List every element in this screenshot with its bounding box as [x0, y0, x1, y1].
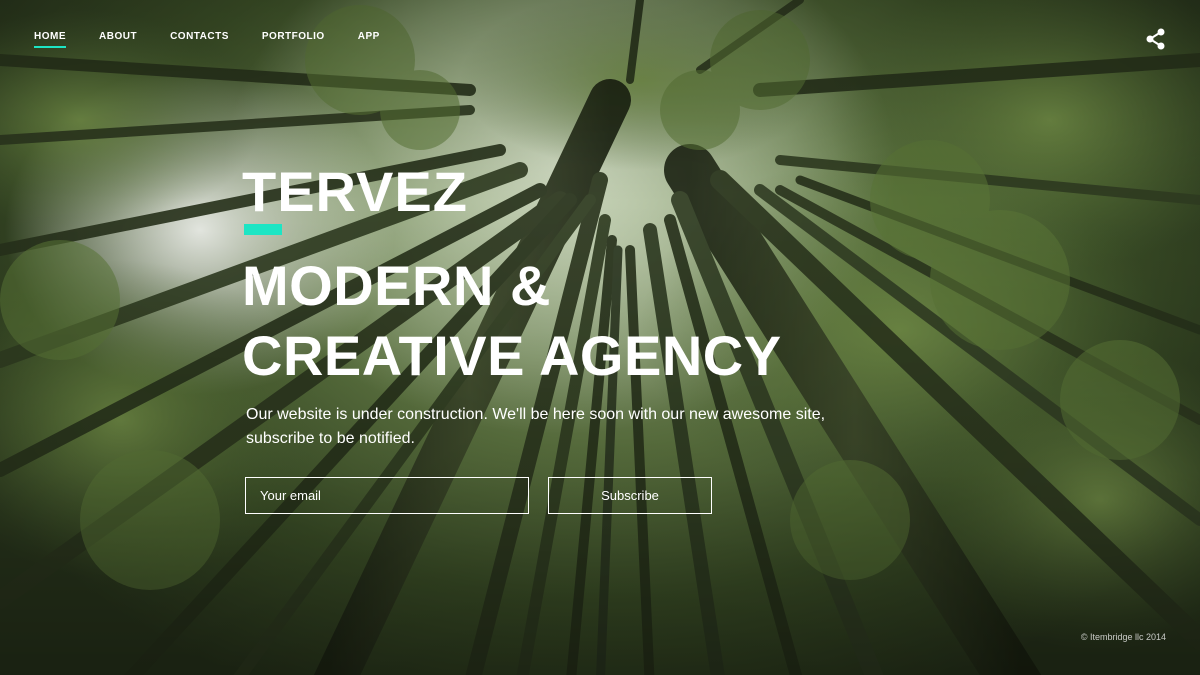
brand-title: TERVEZ — [242, 160, 468, 223]
nav-item-portfolio[interactable]: PORTFOLIO — [262, 31, 325, 48]
accent-bar — [244, 224, 282, 235]
copyright-text: © Itembridge llc 2014 — [1080, 632, 1166, 642]
subscribe-button[interactable]: Subscribe — [548, 477, 712, 514]
share-icon[interactable] — [1145, 28, 1167, 50]
headline-line-1: MODERN & — [242, 254, 551, 317]
hero-section: TERVEZ MODERN & CREATIVE AGENCY Our webs… — [242, 160, 942, 514]
main-nav: HOME ABOUT CONTACTS PORTFOLIO APP — [34, 31, 413, 48]
headline-line-2: CREATIVE AGENCY — [242, 324, 782, 387]
subtitle: Our website is under construction. We'll… — [246, 406, 826, 447]
email-input[interactable] — [245, 477, 529, 514]
nav-item-about[interactable]: ABOUT — [99, 31, 137, 48]
subscribe-form: Subscribe — [242, 477, 942, 514]
nav-item-contacts[interactable]: CONTACTS — [170, 31, 229, 48]
headline: MODERN & CREATIVE AGENCY — [242, 251, 942, 391]
nav-item-home[interactable]: HOME — [34, 31, 66, 48]
nav-item-app[interactable]: APP — [358, 31, 380, 48]
